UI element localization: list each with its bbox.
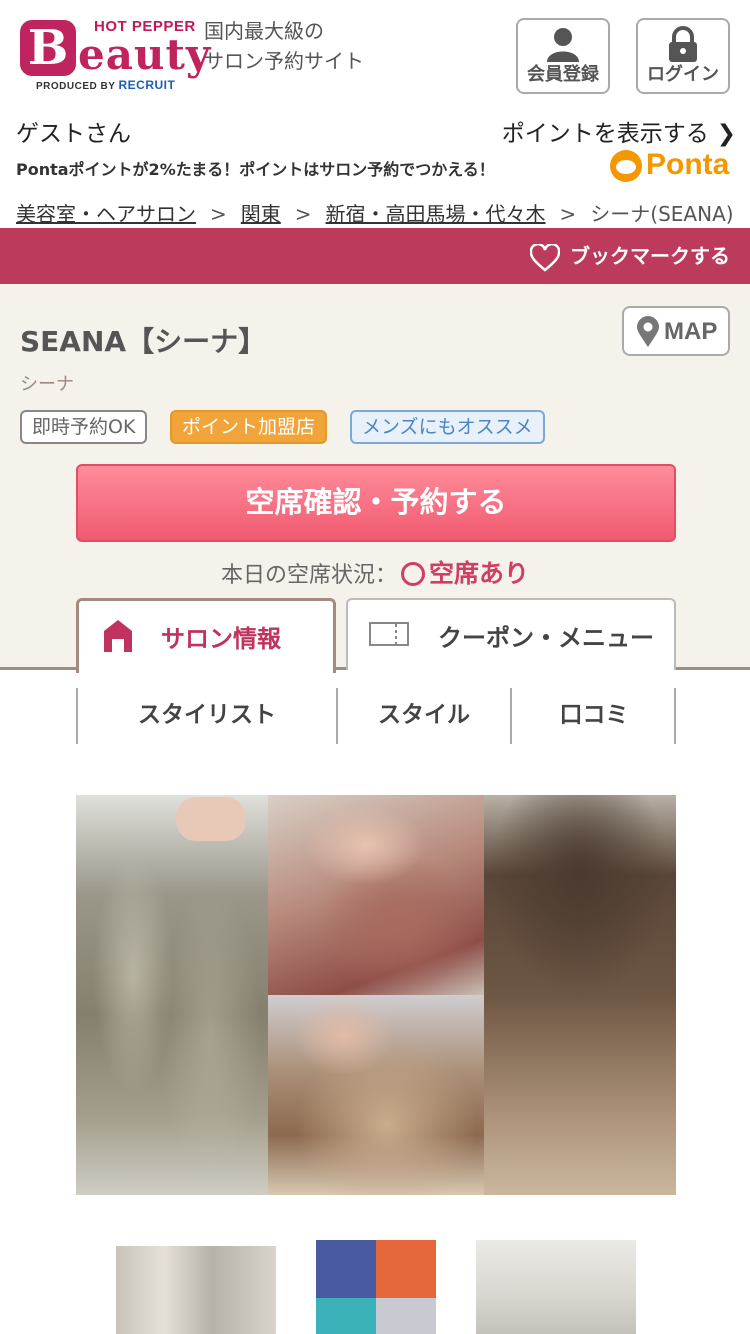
gallery-photo-pink-inner bbox=[268, 795, 484, 995]
breadcrumb-current: シーナ(SEANA) bbox=[590, 202, 734, 226]
map-label: MAP bbox=[664, 318, 718, 345]
heart-icon bbox=[529, 242, 561, 272]
hotpepper-beauty-logo[interactable]: B HOT PEPPER eauty PRODUCED BY RECRUIT bbox=[18, 16, 210, 94]
gallery-photo-ash-waves bbox=[76, 795, 268, 1195]
tag-instant-booking: 即時予約OK bbox=[20, 410, 148, 444]
thumbnail-1[interactable] bbox=[116, 1246, 276, 1334]
logo-produced-by: PRODUCED BY RECRUIT bbox=[36, 78, 175, 92]
produced-by-label: PRODUCED BY bbox=[36, 81, 116, 92]
site-header: B HOT PEPPER eauty PRODUCED BY RECRUIT 国… bbox=[0, 0, 750, 110]
bookmark-button[interactable]: ブックマークする bbox=[529, 240, 730, 272]
map-pin-icon bbox=[637, 316, 659, 347]
salon-name: SEANA【シーナ】 bbox=[20, 325, 267, 358]
salon-photo-gallery[interactable] bbox=[76, 795, 676, 1195]
subnav-style[interactable]: スタイル bbox=[338, 688, 512, 744]
site-tagline: 国内最大級の サロン予約サイト bbox=[204, 16, 364, 76]
logo-b-mark: B bbox=[20, 20, 76, 76]
tab-coupon-menu-label: クーポン・メニュー bbox=[438, 624, 654, 652]
home-icon bbox=[104, 620, 132, 652]
salon-subnav: スタイリスト スタイル 口コミ bbox=[76, 688, 676, 744]
circle-icon bbox=[401, 562, 425, 586]
map-button[interactable]: MAP bbox=[622, 306, 730, 356]
ticket-icon bbox=[369, 622, 409, 646]
ponta-logo: Ponta bbox=[610, 148, 742, 186]
bookmark-label: ブックマークする bbox=[570, 244, 730, 268]
chevron-right-icon: ❯ bbox=[716, 121, 736, 147]
thumbnail-3[interactable] bbox=[476, 1240, 636, 1334]
availability-status: 本日の空席状況： 空席あり bbox=[0, 554, 750, 590]
person-icon bbox=[547, 28, 579, 62]
breadcrumb: 美容室・ヘアサロン > 関東 > 新宿・高田馬場・代々木 > シーナ(SEANA) bbox=[16, 198, 734, 227]
tag-point-member: ポイント加盟店 bbox=[170, 410, 328, 444]
tab-coupon-menu[interactable]: クーポン・メニュー bbox=[346, 598, 676, 670]
breadcrumb-kanto[interactable]: 関東 bbox=[241, 202, 281, 226]
bookmark-bar: ブックマークする bbox=[0, 228, 750, 284]
recruit-label: RECRUIT bbox=[118, 78, 176, 92]
tab-salon-info-label: サロン情報 bbox=[161, 625, 281, 653]
ponta-logo-text: Ponta bbox=[646, 148, 730, 181]
subnav-reviews[interactable]: 口コミ bbox=[512, 688, 676, 744]
subnav-stylist[interactable]: スタイリスト bbox=[78, 688, 338, 744]
breadcrumb-hair-salon[interactable]: 美容室・ヘアサロン bbox=[16, 202, 196, 226]
show-points-link[interactable]: ポイントを表示する ❯ bbox=[502, 114, 736, 148]
login-button[interactable]: ログイン bbox=[636, 18, 730, 94]
tag-mens-recommended: メンズにもオススメ bbox=[350, 410, 545, 444]
salon-kana: シーナ bbox=[20, 374, 74, 395]
breadcrumb-separator: > bbox=[294, 202, 312, 226]
show-points-label: ポイントを表示する bbox=[501, 121, 709, 147]
breadcrumb-separator: > bbox=[559, 202, 577, 226]
register-label: 会員登録 bbox=[527, 64, 599, 85]
lock-icon bbox=[669, 26, 697, 62]
breadcrumb-shinjuku[interactable]: 新宿・高田馬場・代々木 bbox=[326, 202, 546, 226]
salon-panel: SEANA【シーナ】 シーナ MAP 即時予約OK ポイント加盟店 メンズにもオ… bbox=[0, 284, 750, 673]
login-label: ログイン bbox=[647, 64, 719, 85]
gallery-photo-highlight-waves bbox=[268, 995, 484, 1195]
tab-salon-info[interactable]: サロン情報 bbox=[76, 598, 336, 673]
tagline-line2: サロン予約サイト bbox=[204, 49, 364, 73]
logo-beauty-text: eauty bbox=[78, 30, 212, 79]
register-button[interactable]: 会員登録 bbox=[516, 18, 610, 94]
breadcrumb-separator: > bbox=[210, 202, 227, 226]
availability-label: 本日の空席状況： bbox=[220, 563, 397, 588]
ponta-face-icon bbox=[610, 150, 642, 182]
gallery-photo-straight-balayage bbox=[484, 795, 676, 1195]
gallery-thumbnails bbox=[0, 1240, 750, 1334]
tagline-line1: 国内最大級の bbox=[204, 19, 324, 43]
guest-greeting: ゲストさん bbox=[16, 121, 131, 147]
ponta-note: Pontaポイントが2%たまる！ポイントはサロン予約でつかえる！ bbox=[16, 160, 495, 179]
availability-value: 空席あり bbox=[429, 559, 530, 588]
thumbnail-2[interactable] bbox=[316, 1240, 436, 1334]
reserve-button[interactable]: 空席確認・予約する bbox=[76, 464, 676, 542]
